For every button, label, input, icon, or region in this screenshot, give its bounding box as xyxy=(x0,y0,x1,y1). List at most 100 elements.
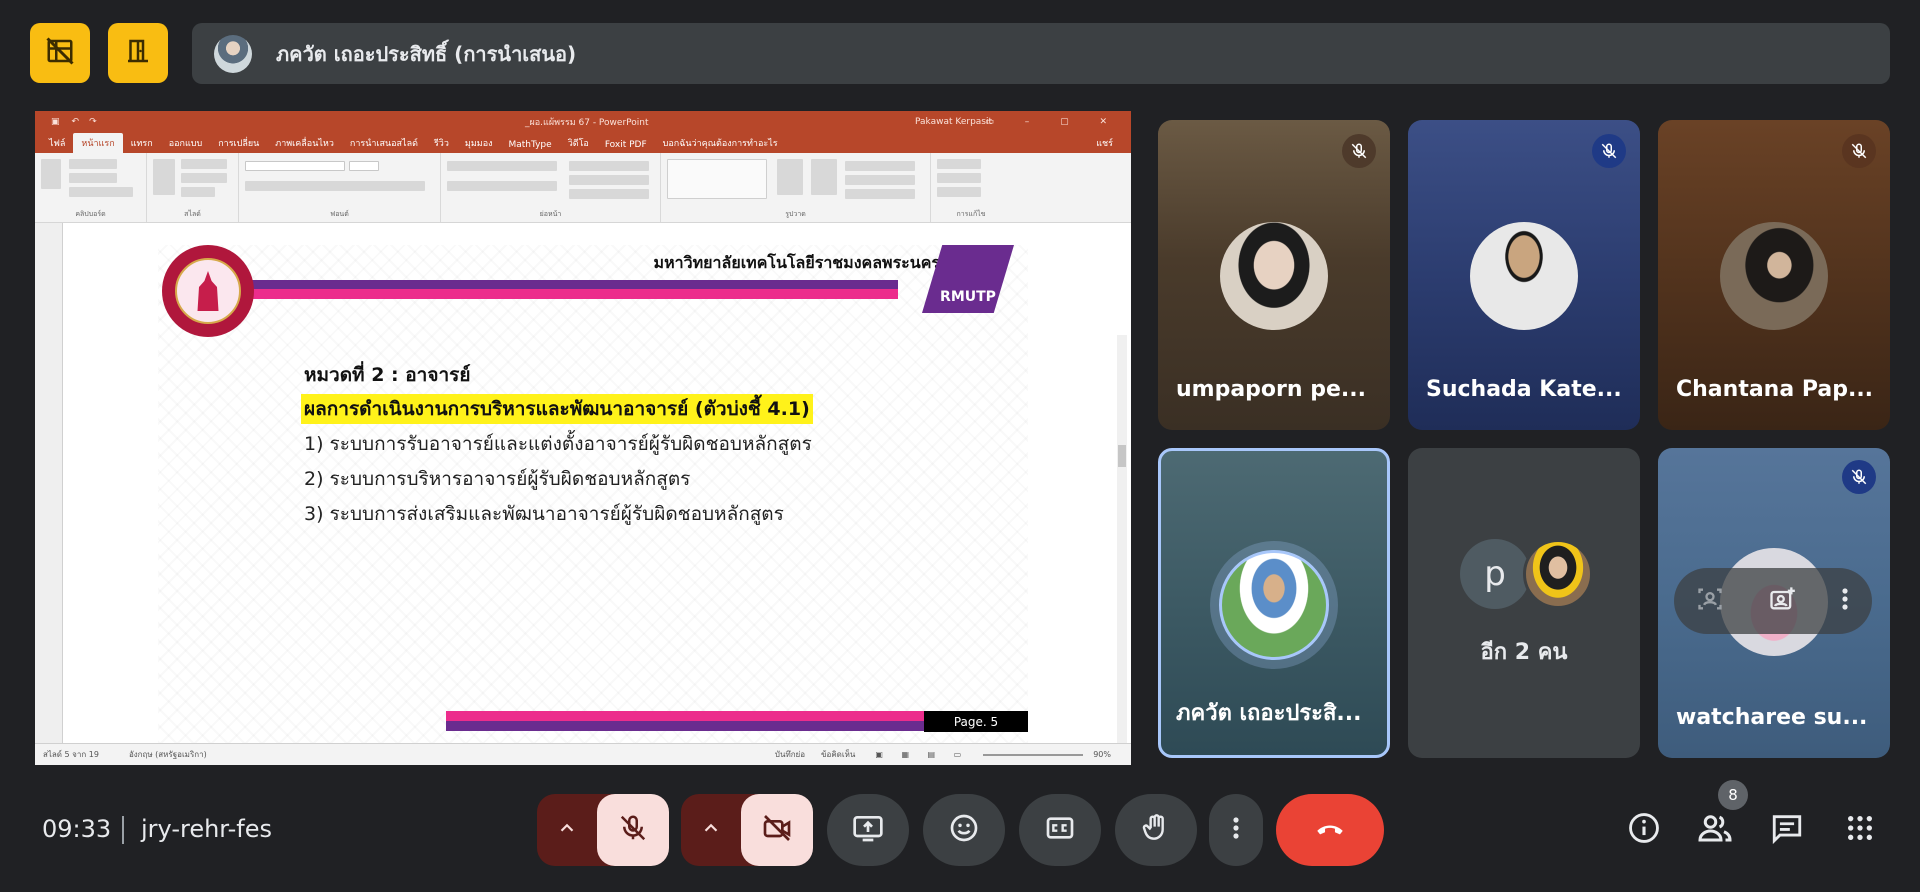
reactions-button[interactable] xyxy=(923,794,1005,866)
shared-screen[interactable]: ▣ ↶ ↷ _ผอ.แผ้พรรม 67 - PowerPoint Pakawa… xyxy=(35,111,1131,765)
font-name-box[interactable] xyxy=(245,161,345,171)
ribbon-editing-item[interactable] xyxy=(937,173,981,183)
avatar xyxy=(1220,222,1328,330)
ribbon-slides-item[interactable] xyxy=(153,159,175,195)
present-screen-button[interactable] xyxy=(827,794,909,866)
ribbon-group-label: การแก้ไข xyxy=(956,210,986,218)
slide-bullet: 1) ระบบการรับอาจารย์และแต่งตั้งอาจารย์ผู… xyxy=(304,433,812,455)
shapes-gallery[interactable] xyxy=(667,159,767,199)
ribbon-paragraph-item[interactable] xyxy=(569,175,649,185)
ribbon-drawing-item[interactable] xyxy=(777,159,803,195)
ribbon-font-item[interactable] xyxy=(245,181,425,191)
ribbon-editing-item[interactable] xyxy=(937,159,981,169)
ribbon-drawing-item[interactable] xyxy=(845,189,915,199)
zoom-slider[interactable] xyxy=(983,753,1084,756)
microphone-toggle-button[interactable] xyxy=(597,794,669,866)
vertical-scrollbar[interactable] xyxy=(1117,335,1127,765)
thumbnail-pane-collapsed[interactable] xyxy=(35,223,63,743)
ppt-title-bar: ▣ ↶ ↷ _ผอ.แผ้พรรม 67 - PowerPoint Pakawa… xyxy=(35,111,1131,133)
ribbon-clipboard-item[interactable] xyxy=(69,173,117,183)
ppt-tab-foxit[interactable]: Foxit PDF xyxy=(597,137,655,153)
more-options-icon[interactable] xyxy=(1840,585,1850,617)
ribbon-slides-item[interactable] xyxy=(181,159,227,169)
ribbon-paragraph-item[interactable] xyxy=(569,161,649,171)
ribbon-paragraph-item[interactable] xyxy=(447,181,557,191)
ppt-tab-review[interactable]: รีวิว xyxy=(426,133,457,153)
ribbon-clipboard-item[interactable] xyxy=(69,187,133,197)
raise-hand-button[interactable] xyxy=(1115,794,1197,866)
ppt-tab-insert[interactable]: แทรก xyxy=(123,133,161,153)
more-options-button[interactable] xyxy=(1209,794,1263,866)
ribbon-drawing-item[interactable] xyxy=(811,159,837,195)
ribbon-editing-item[interactable] xyxy=(937,187,981,197)
ppt-tab-animations[interactable]: ภาพเคลื่อนไหว xyxy=(267,133,342,153)
participant-tile[interactable]: watcharee su... xyxy=(1658,448,1890,758)
ribbon-group-slides: สไลด์ xyxy=(147,153,239,222)
ppt-tab-video[interactable]: วิดีโอ xyxy=(560,133,597,153)
pin-participant-icon[interactable] xyxy=(1768,585,1796,617)
people-icon xyxy=(1697,810,1733,850)
ribbon-drawing-item[interactable] xyxy=(845,161,915,171)
ribbon-group-label: สไลด์ xyxy=(184,210,201,218)
people-count-badge: 8 xyxy=(1718,780,1748,810)
ppt-tab-slideshow[interactable]: การนำเสนอสไลด์ xyxy=(342,133,426,153)
meeting-details-button[interactable] xyxy=(1622,808,1666,852)
zoom-level[interactable]: 90% xyxy=(1093,750,1111,759)
view-buttons[interactable]: ▣ ▦ ▤ ▭ xyxy=(875,750,969,759)
ppt-tab-view[interactable]: มุมมอง xyxy=(457,133,501,153)
font-size-box[interactable] xyxy=(349,161,379,171)
save-icon: ▣ xyxy=(51,117,60,127)
ppt-window-controls: ▭ – ▢ ✕ xyxy=(985,117,1121,127)
muted-mic-icon xyxy=(1342,134,1376,168)
hide-self-view-button[interactable] xyxy=(30,23,90,83)
ribbon-paragraph-item[interactable] xyxy=(447,161,557,171)
notes-button[interactable]: บันทึกย่อ xyxy=(775,748,805,761)
ribbon-drawing-item[interactable] xyxy=(845,175,915,185)
participant-tile-active-speaker[interactable]: ภควัต เถอะประสิ... xyxy=(1158,448,1390,758)
ppt-tab-design[interactable]: ออกแบบ xyxy=(161,133,211,153)
ribbon-group-font: ฟอนต์ xyxy=(239,153,441,222)
ribbon-paragraph-item[interactable] xyxy=(569,189,649,199)
camera-toggle-button[interactable] xyxy=(741,794,813,866)
ribbon-group-label: คลิปบอร์ด xyxy=(75,210,106,218)
frame-person-icon[interactable] xyxy=(1696,585,1724,617)
emoji-icon xyxy=(948,812,980,848)
scrollbar-thumb[interactable] xyxy=(1118,445,1126,467)
captions-button[interactable] xyxy=(1019,794,1101,866)
muted-mic-icon xyxy=(1842,134,1876,168)
language-indicator: อังกฤษ (สหรัฐอเมริกา) xyxy=(128,750,207,759)
ppt-tab-mathtype[interactable]: MathType xyxy=(501,137,560,153)
participant-name: Chantana Pap... xyxy=(1676,377,1874,402)
hand-icon xyxy=(1140,812,1172,848)
slide-highlight: ผลการดำเนินงานการบริหารและพัฒนาอาจารย์ (… xyxy=(301,394,813,424)
avatar xyxy=(1720,222,1828,330)
ppt-share-button[interactable]: แชร์ xyxy=(1088,133,1121,153)
ribbon-clipboard-item[interactable] xyxy=(69,159,117,169)
leave-call-button[interactable] xyxy=(1276,794,1384,866)
ribbon-clipboard-item[interactable] xyxy=(41,159,61,189)
ribbon-slides-item[interactable] xyxy=(181,173,227,183)
activities-button[interactable] xyxy=(1838,808,1882,852)
ribbon-group-clipboard: คลิปบอร์ด xyxy=(35,153,147,222)
more-vert-icon xyxy=(1231,814,1241,846)
comments-button[interactable]: ข้อคิดเห็น xyxy=(821,748,855,761)
participant-tile[interactable]: Suchada Kate... xyxy=(1408,120,1640,430)
people-button[interactable] xyxy=(1693,808,1737,852)
chat-button[interactable] xyxy=(1765,808,1809,852)
slide-background xyxy=(158,245,1028,743)
participant-tile[interactable]: umpaporn pe... xyxy=(1158,120,1390,430)
ppt-tab-transitions[interactable]: การเปลี่ยน xyxy=(210,133,267,153)
ppt-tell-me[interactable]: บอกฉันว่าคุณต้องการทำอะไร xyxy=(655,133,786,153)
ribbon-slides-item[interactable] xyxy=(181,187,215,197)
participant-tile-overflow[interactable]: p อีก 2 คน xyxy=(1408,448,1640,758)
chat-icon xyxy=(1770,811,1804,849)
ppt-tab-home[interactable]: หน้าแรก xyxy=(73,133,123,153)
slide-canvas[interactable]: มหาวิทยาลัยเทคโนโลยีราชมงคลพระนคร RMUTP … xyxy=(158,245,1028,743)
presenter-name: ภควัต เถอะประสิทธิ์ (การนำเสนอ) xyxy=(276,41,577,66)
ppt-tab-file[interactable]: ไฟล์ xyxy=(41,133,73,153)
participant-name: Suchada Kate... xyxy=(1426,377,1622,402)
participant-tile[interactable]: Chantana Pap... xyxy=(1658,120,1890,430)
leave-door-button[interactable] xyxy=(108,23,168,83)
info-icon xyxy=(1627,811,1661,849)
ribbon-group-label: ฟอนต์ xyxy=(330,210,349,218)
